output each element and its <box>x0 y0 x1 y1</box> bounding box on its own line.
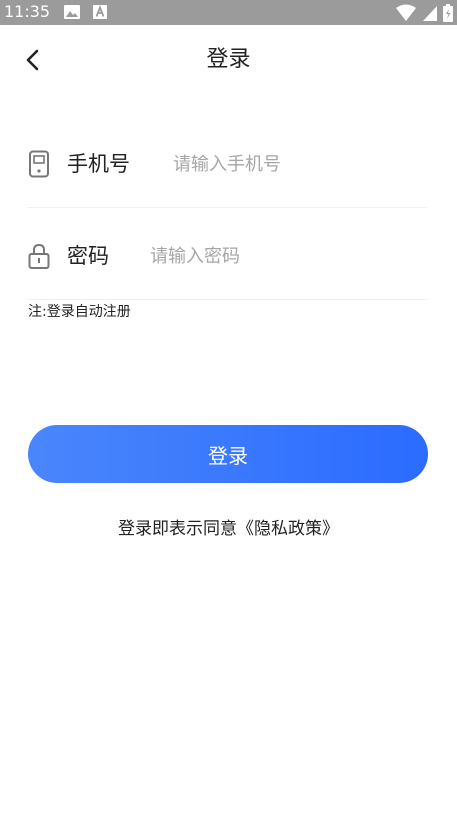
lock-icon <box>28 243 50 269</box>
agreement-text: 登录即表示同意《隐私政策》 <box>0 516 457 542</box>
status-right-icons <box>395 4 453 22</box>
auto-register-note: 注:登录自动注册 <box>28 304 131 320</box>
login-button[interactable]: 登录 <box>28 425 428 483</box>
password-label: 密码 <box>67 244 109 268</box>
a-icon <box>93 5 107 19</box>
agreement-prefix: 登录即表示同意 <box>118 519 237 539</box>
phone-label: 手机号 <box>67 152 130 176</box>
battery-icon <box>443 4 453 22</box>
status-time: 11:35 <box>4 2 51 21</box>
privacy-policy-link[interactable]: 《隐私政策》 <box>237 519 339 539</box>
phone-icon <box>29 150 49 178</box>
image-icon <box>64 5 80 19</box>
wifi-icon <box>395 4 416 21</box>
password-input[interactable] <box>150 238 420 274</box>
nav-bar: 登录 <box>0 25 457 97</box>
password-row: 密码 <box>28 210 427 300</box>
signal-icon <box>422 6 437 21</box>
status-bar: 11:35 <box>0 0 457 25</box>
phone-row: 手机号 <box>28 118 427 208</box>
page-title: 登录 <box>206 47 251 72</box>
phone-input[interactable] <box>173 146 423 182</box>
